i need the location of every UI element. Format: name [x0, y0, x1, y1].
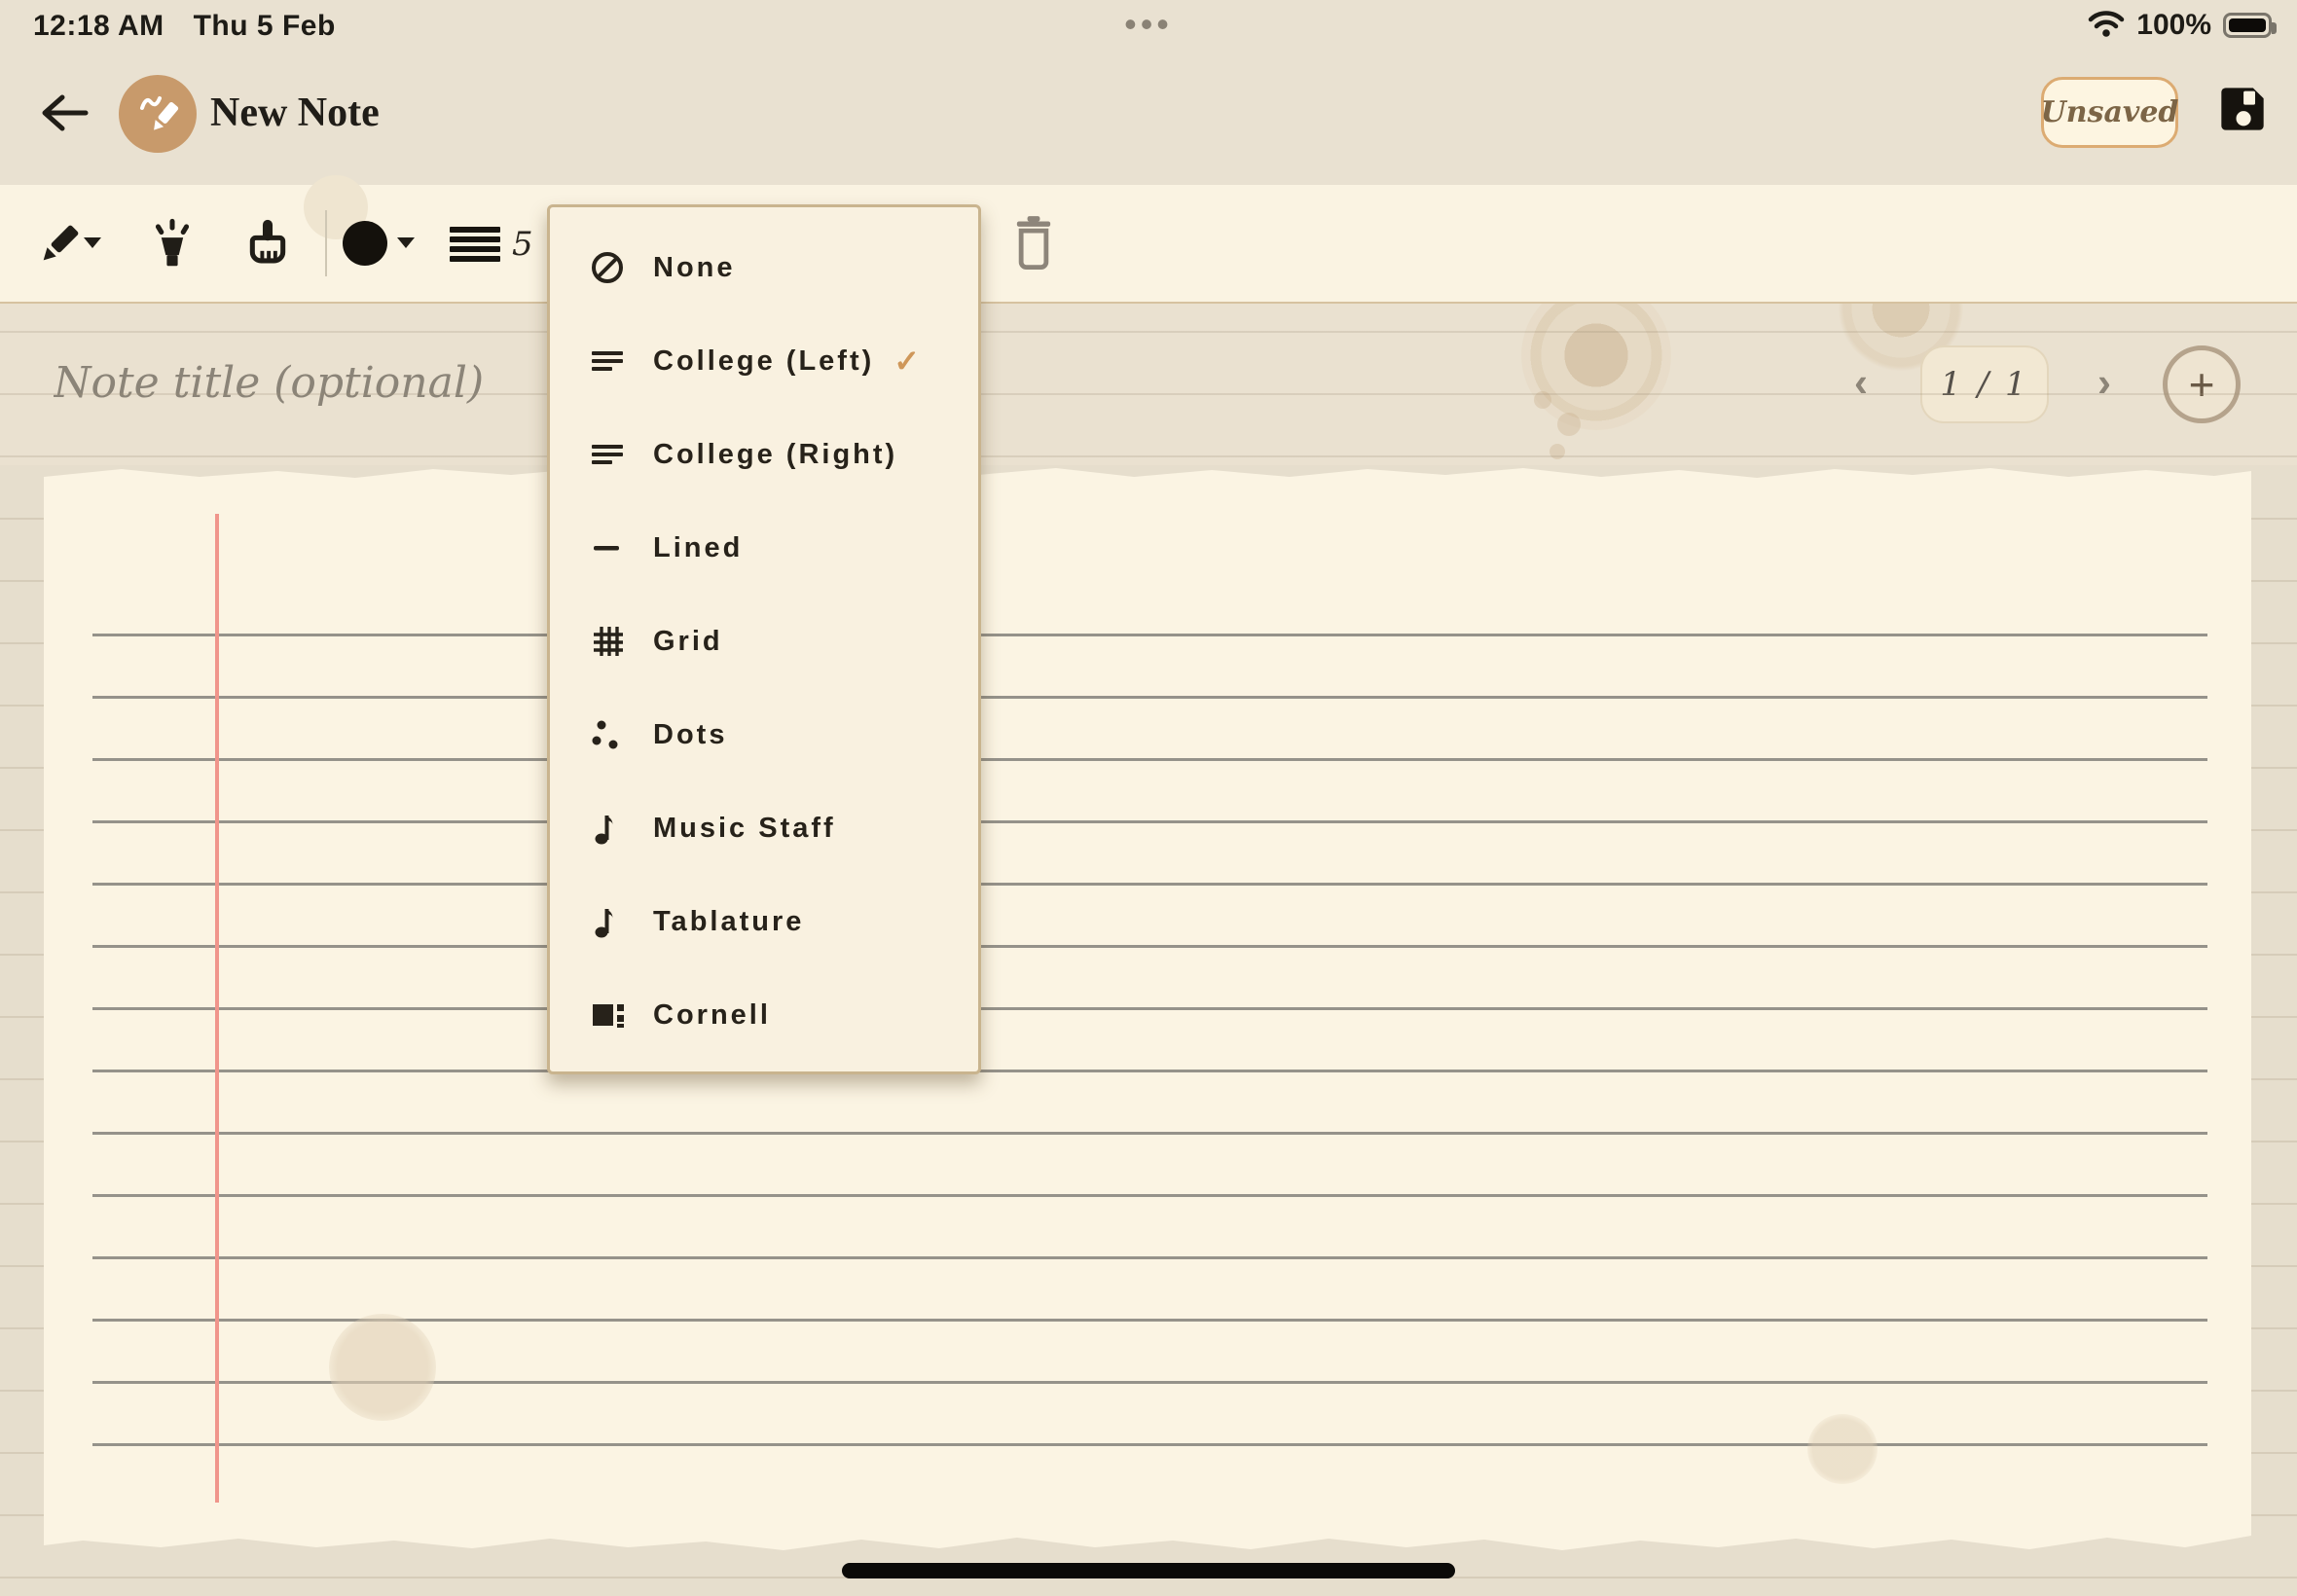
app-logo	[119, 75, 197, 153]
status-overflow-dots-icon: •••	[0, 4, 2297, 45]
trash-icon	[1010, 214, 1057, 272]
menu-item-label: Lined	[653, 532, 743, 564]
battery-percent: 100%	[2136, 9, 2211, 42]
page-title: New Note	[210, 90, 380, 136]
current-color-swatch	[343, 221, 387, 266]
college-right-icon	[587, 436, 628, 473]
menu-item-label: None	[653, 252, 736, 284]
delete-page-button[interactable]	[1010, 214, 1057, 272]
none-icon	[587, 249, 628, 286]
app-screen: 12:18 AM Thu 5 Feb ••• 100% New Note Uns…	[0, 0, 2297, 1596]
pen-tool-dropdown-chevron-icon[interactable]	[84, 237, 101, 248]
color-swatch-button[interactable]	[343, 221, 387, 266]
menu-item-label: Dots	[653, 719, 727, 751]
menu-item-dots[interactable]: Dots	[550, 688, 978, 781]
menu-item-cornell[interactable]: Cornell	[550, 968, 978, 1062]
lined-icon	[587, 529, 628, 566]
stroke-width-button[interactable]: 5	[450, 225, 533, 264]
status-bar-right: 100%	[2088, 8, 2272, 42]
menu-item-none[interactable]: None	[550, 221, 978, 314]
grid-icon	[587, 623, 628, 660]
note-canvas[interactable]	[44, 465, 2251, 1555]
menu-item-label: Grid	[653, 626, 723, 658]
highlighter-tool-button[interactable]	[146, 218, 199, 272]
back-button[interactable]	[33, 82, 95, 144]
menu-item-label: Cornell	[653, 999, 771, 1032]
menu-item-label: College (Right)	[653, 439, 897, 471]
stroke-width-bars-icon	[450, 227, 500, 262]
paper-stain	[1807, 1414, 1878, 1484]
red-margin-line	[215, 514, 219, 1503]
music-note-icon	[587, 810, 628, 847]
menu-item-label: Tablature	[653, 906, 804, 938]
college-left-icon	[587, 343, 628, 380]
floppy-disk-icon	[2217, 84, 2268, 134]
home-indicator[interactable]	[842, 1563, 1455, 1578]
menu-item-tablature[interactable]: Tablature	[550, 875, 978, 968]
drawing-toolbar: 5	[0, 185, 2297, 304]
unsaved-status-badge: Unsaved	[2041, 77, 2178, 148]
color-dropdown-chevron-icon[interactable]	[397, 237, 415, 248]
menu-item-college-left[interactable]: College (Left) ✓	[550, 314, 978, 408]
menu-item-college-right[interactable]: College (Right)	[550, 408, 978, 501]
cornell-icon	[587, 997, 628, 1034]
paper-stain	[329, 1314, 436, 1421]
save-button[interactable]	[2217, 84, 2274, 140]
music-note-icon	[587, 903, 628, 940]
brush-icon	[241, 216, 294, 271]
menu-item-label: Music Staff	[653, 813, 836, 845]
menu-item-label: College (Left)	[653, 345, 874, 378]
brush-tool-button[interactable]	[241, 216, 294, 271]
menu-item-grid[interactable]: Grid	[550, 595, 978, 688]
highlighter-icon	[146, 218, 199, 272]
stroke-width-value: 5	[512, 225, 533, 264]
toolbar-divider	[325, 210, 327, 276]
pen-tool-button[interactable]	[33, 220, 84, 271]
menu-item-lined[interactable]: Lined	[550, 501, 978, 595]
menu-item-music-staff[interactable]: Music Staff	[550, 781, 978, 875]
dots-icon	[587, 716, 628, 753]
checkmark-icon: ✓	[893, 343, 920, 380]
canvas-area	[0, 465, 2297, 1596]
pencil-icon	[33, 220, 84, 271]
battery-icon	[2223, 13, 2272, 38]
paper-template-menu: None College (Left) ✓ College (Right) Li…	[547, 204, 981, 1074]
pen-scribble-icon	[136, 92, 179, 135]
wifi-icon	[2088, 8, 2125, 42]
